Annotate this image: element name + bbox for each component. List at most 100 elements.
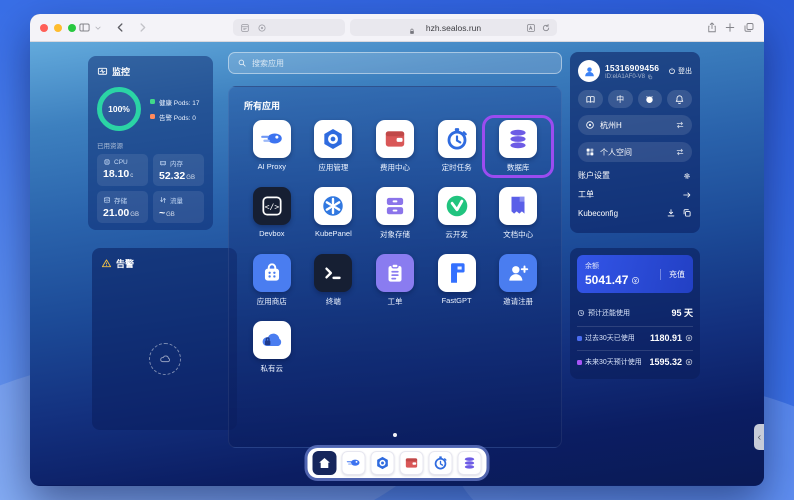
docs-button[interactable] [578,90,603,108]
sealos-desktop: 监控 100% 健康 Pods: 17 告警 Pods: 0 已用资源 CPU … [30,42,764,485]
copy-icon[interactable] [682,208,692,218]
chevron-left-icon [756,434,763,441]
app-label: AI Proxy [241,162,303,171]
app-invite[interactable]: 邀请注册 [487,254,549,307]
sidebar-toggle-icon[interactable] [78,21,91,34]
app-ai-proxy[interactable]: AI Proxy [241,120,303,173]
dock-item-ai-proxy[interactable] [342,451,366,475]
memory-card: 内存 52.32GB [153,154,204,186]
recharge-button[interactable]: 充值 [660,269,685,280]
translate-icon[interactable] [526,23,536,33]
app-ticket[interactable]: 工单 [364,254,426,307]
app-cron-job[interactable]: 定时任务 [426,120,488,173]
language-button[interactable]: 中 [608,90,633,108]
region-icon [585,120,595,130]
reload-icon[interactable] [541,23,551,33]
app-label: FastGPT [426,296,488,305]
account-settings-item[interactable]: 账户设置 [578,170,692,181]
app-search-bar[interactable] [228,52,562,74]
workspace-selector[interactable]: 个人空间 [578,142,692,162]
dock-item-cost-center[interactable] [400,451,424,475]
new-tab-icon[interactable] [724,21,736,34]
download-icon[interactable] [666,208,676,218]
language-label: 中 [616,94,624,105]
storage-value: 21.00 [103,207,129,219]
app-management-icon [320,126,346,152]
back-button[interactable] [114,21,127,34]
window-controls [40,24,76,32]
past-usage-value: 1180.91 [650,333,682,343]
share-icon[interactable] [706,21,718,34]
app-label: 费用中心 [364,162,426,173]
traffic-label: 流量 [170,195,183,205]
app-app-management[interactable]: 应用管理 [303,120,365,173]
work-order-item[interactable]: 工单 [578,189,692,200]
app-docs-center[interactable]: 文档中心 [487,187,549,240]
future-usage-row: 未来30天预计使用 1595.32 [577,350,693,367]
app-label: 邀请注册 [487,296,549,307]
dock-item-cron-job[interactable] [429,451,453,475]
logout-button[interactable]: 登出 [668,66,692,76]
app-database[interactable]: 数据库 [487,120,549,173]
page-settings-pill[interactable] [233,19,345,36]
app-private-cloud[interactable]: 私有云 [241,321,303,374]
app-devbox[interactable]: Devbox [241,187,303,240]
remaining-days-row: 预计还能使用 95 天 [577,300,693,319]
app-cloud-dev[interactable]: 云开发 [426,187,488,240]
chevron-down-icon[interactable] [94,24,102,32]
app-management-icon [375,455,391,471]
tab-overview-icon[interactable] [743,21,755,34]
past-usage-row: 过去30天已使用 1180.91 [577,326,693,343]
memory-value: 52.32 [159,170,185,182]
resources-title: 已用资源 [97,140,204,150]
notifications-button[interactable] [667,90,692,108]
fastgpt-icon [444,260,470,286]
dock-item-database[interactable] [458,451,482,475]
power-icon [668,67,676,75]
search-input[interactable] [252,59,553,68]
database-icon [505,126,531,152]
dock-item-app-management[interactable] [371,451,395,475]
app-terminal[interactable]: 终端 [303,254,365,307]
account-settings-label: 账户设置 [578,170,610,181]
avatar[interactable] [578,60,600,82]
private-cloud-icon [259,327,285,353]
app-app-store[interactable]: 应用商店 [241,254,303,307]
traffic-card: 流量 ~GB [153,191,204,223]
copy-id-icon[interactable] [647,74,653,80]
forward-button[interactable] [136,21,149,34]
coin-icon [685,358,693,366]
remaining-label: 预计还能使用 [588,308,630,318]
minimize-window-button[interactable] [54,24,62,32]
address-bar[interactable]: hzh.sealos.run [350,19,557,36]
cron-job-icon [444,126,470,152]
zoom-window-button[interactable] [68,24,76,32]
kubeconfig-label: Kubeconfig [578,209,618,218]
memory-label: 内存 [170,158,183,168]
dock-item-home[interactable] [313,451,337,475]
kubeconfig-item[interactable]: Kubeconfig [578,208,692,218]
app-fastgpt[interactable]: FastGPT [426,254,488,307]
alerts-title: 告警 [116,257,134,270]
app-kubepanel[interactable]: KubePanel [303,187,365,240]
user-icon [582,64,597,79]
app-label: 云开发 [426,229,488,240]
page-preview-icon [240,23,250,33]
traffic-unit: GB [166,212,175,218]
app-label: 应用商店 [241,296,303,307]
storage-label: 存储 [114,195,127,205]
user-id: ID:elA1AF0-V8 [605,74,645,80]
github-button[interactable] [638,90,663,108]
alerts-panel: 告警 [92,248,237,430]
all-apps-title: 所有应用 [229,87,561,112]
healthy-dot [150,99,155,104]
search-icon [237,58,247,68]
monitor-title: 监控 [112,65,130,78]
app-object-storage[interactable]: 对象存储 [364,187,426,240]
resources-grid: CPU 18.10c 内存 52.32GB 存储 21.00GB 流量 ~GB [97,154,204,223]
region-selector[interactable]: 杭州H [578,115,692,135]
page-indicator-dot[interactable] [393,433,397,437]
panel-collapse-handle[interactable] [754,424,764,450]
app-cost-center[interactable]: 费用中心 [364,120,426,173]
close-window-button[interactable] [40,24,48,32]
